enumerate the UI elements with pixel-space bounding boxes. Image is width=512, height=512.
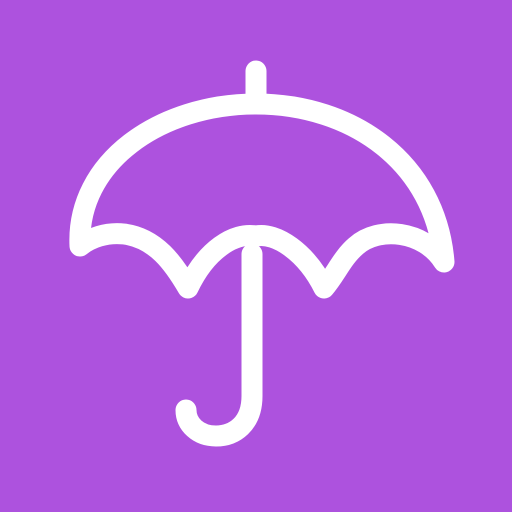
umbrella-icon <box>69 60 455 447</box>
app-icon-tile <box>0 0 512 512</box>
